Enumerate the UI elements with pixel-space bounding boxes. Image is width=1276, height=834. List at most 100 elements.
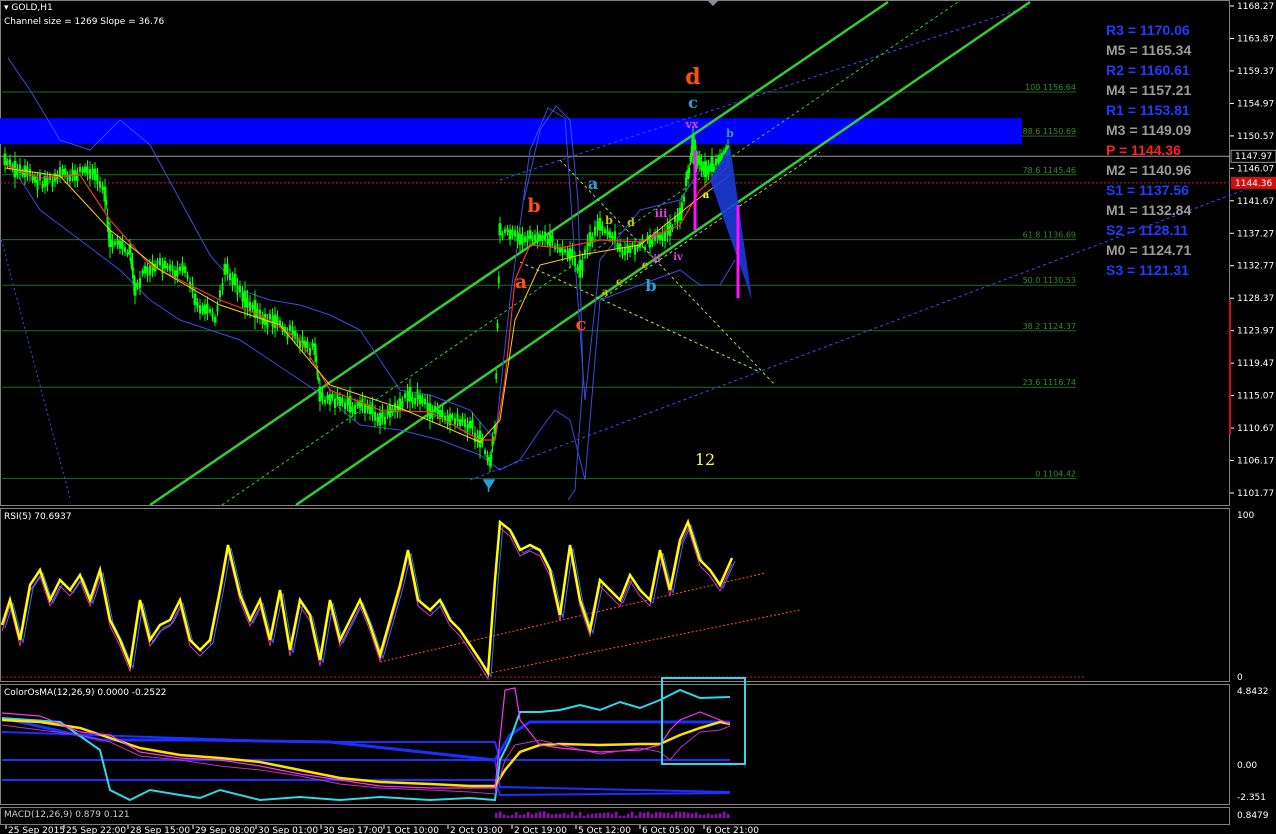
time-axis-label: 6 Oct 21:00: [706, 826, 759, 834]
wave-label: i: [652, 232, 656, 242]
price-axis-label: 1168.27: [1237, 2, 1274, 12]
main-pane-header: ▾ GOLD,H1: [4, 3, 53, 13]
pivot-label: M2 = 1140.96: [1106, 162, 1191, 178]
candle-body: [568, 248, 572, 261]
time-axis-label: 2 Oct 03:00: [450, 826, 503, 834]
collapse-arrow-icon[interactable]: [707, 0, 719, 6]
candle-body: [495, 373, 498, 379]
candle-body: [111, 239, 114, 248]
candle-body: [688, 167, 691, 174]
candle-body: [715, 159, 717, 166]
candle-body: [209, 308, 211, 313]
macd-bar: [651, 814, 654, 818]
macd-bar: [611, 814, 614, 818]
price-axis-label: 1123.97: [1237, 327, 1274, 337]
macd-bar: [683, 811, 686, 818]
macd-bar: [515, 812, 518, 818]
chart-canvas[interactable]: 100 1156.64 88.6 1150.69 78.6 1145.46 61.8 …: [0, 0, 1276, 834]
candle-body: [306, 341, 309, 348]
time-axis-label: 28 Sep 15:00: [130, 826, 190, 834]
macd-bar: [551, 814, 554, 818]
candle-body: [428, 403, 432, 419]
macd-bar: [519, 815, 522, 818]
osma-band: [2, 759, 731, 793]
time-axis-label: 30 Sep 17:00: [323, 826, 383, 834]
candle-body: [269, 313, 271, 320]
candle-body: [356, 402, 359, 407]
candle-body: [91, 168, 94, 176]
candle-body: [132, 274, 135, 285]
candle-body: [661, 232, 664, 241]
macd-bar: [543, 811, 546, 818]
macd-bar: [691, 813, 694, 818]
candle-body: [516, 232, 519, 242]
pivot-label: S2 = 1128.11: [1106, 222, 1188, 238]
candle-body: [471, 419, 474, 429]
macd-axis-label: 0.8479: [1237, 811, 1269, 821]
macd-bar: [687, 812, 690, 818]
candle-body: [216, 305, 219, 312]
candle-body: [108, 230, 112, 248]
candle-body: [416, 389, 419, 400]
candle-body: [581, 260, 584, 271]
candle-body: [683, 196, 685, 202]
candle-body: [461, 416, 464, 423]
candle-body: [644, 246, 646, 251]
macd-bar: [619, 815, 622, 818]
candle-body: [96, 174, 99, 185]
fib-level-label: 38.2 1124.37: [1023, 322, 1076, 331]
symbol-label: GOLD,H1: [11, 3, 53, 13]
macd-bar: [499, 811, 502, 818]
macd-bar: [659, 812, 662, 818]
candle-body: [707, 165, 710, 175]
candle-body: [551, 235, 554, 242]
macd-bar: [559, 813, 562, 818]
candle-body: [713, 166, 715, 171]
macd-bar: [627, 813, 630, 818]
candle-body: [378, 412, 382, 426]
macd-bar: [671, 814, 674, 818]
pivot-label: R2 = 1160.61: [1106, 62, 1190, 78]
candle-body: [705, 166, 708, 176]
main-pane: 100 1156.64 88.6 1150.69 78.6 1145.46 61.8 …: [0, 0, 1276, 507]
pivot-label: R1 = 1153.81: [1106, 102, 1190, 118]
pivot-label: S3 = 1121.31: [1106, 262, 1189, 278]
price-axis-label: 1115.07: [1237, 392, 1274, 402]
candle-body: [336, 393, 339, 401]
price-axis-label: 1137.27: [1237, 229, 1274, 239]
wave-label: ii: [653, 254, 661, 265]
candle-body: [124, 247, 126, 253]
candle-body: [46, 177, 49, 186]
candle-body: [354, 404, 356, 414]
candle-body: [159, 258, 161, 266]
macd-bar: [647, 811, 650, 818]
price-axis-label: 1154.97: [1237, 99, 1274, 109]
candle-body: [441, 410, 444, 418]
candle-body: [418, 394, 422, 405]
candle-body: [241, 292, 244, 302]
candle-body: [191, 283, 194, 292]
candle-body: [89, 168, 91, 180]
price-axis-label: 1159.37: [1237, 67, 1274, 77]
candle-body: [116, 239, 119, 245]
candle-body: [271, 316, 274, 327]
macd-bar: [535, 812, 538, 818]
wave-label: a: [703, 190, 710, 201]
rsi-label: RSI(5) 70.6937: [4, 512, 72, 522]
candle-body: [381, 410, 384, 419]
macd-bar: [539, 811, 542, 818]
low-arrow-icon: [482, 479, 496, 492]
candle-body: [468, 420, 472, 429]
candle-body: [544, 231, 546, 241]
fib-level-label: 100 1156.64: [1025, 83, 1076, 92]
candle-body: [548, 231, 552, 247]
price-axis-label: 1101.77: [1237, 489, 1274, 499]
candle-body: [253, 300, 257, 318]
candle-body: [546, 239, 549, 244]
candle-body: [497, 276, 500, 284]
candle-body: [33, 176, 37, 183]
candle-body: [246, 297, 249, 309]
candle-body: [236, 284, 239, 295]
pivot-label: S1 = 1137.56: [1106, 182, 1189, 198]
candle-body: [249, 301, 251, 311]
